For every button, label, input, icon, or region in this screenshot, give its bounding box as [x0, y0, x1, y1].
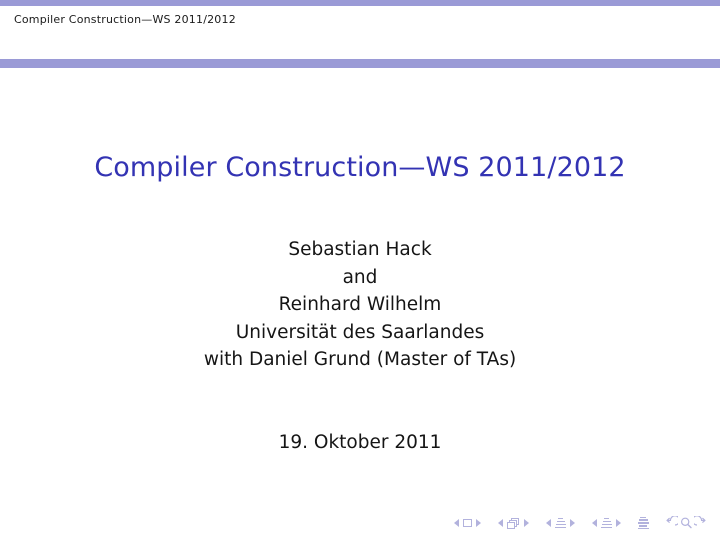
forward-arrow-icon: [694, 516, 706, 526]
forward-button[interactable]: [694, 515, 708, 531]
back-arrow-icon: [666, 516, 678, 526]
previous-section-button[interactable]: [590, 515, 599, 531]
next-slide-button[interactable]: [474, 515, 483, 531]
subsection-navigation-group[interactable]: [544, 515, 577, 531]
author-line: Sebastian Hack: [288, 239, 432, 260]
headline-area: Compiler Construction—WS 2011/2012: [0, 6, 720, 59]
assistant-line: with Daniel Grund (Master of TAs): [203, 349, 517, 370]
next-frame-button[interactable]: [522, 515, 531, 531]
back-button[interactable]: [664, 515, 678, 531]
slide-navigation-group[interactable]: [452, 515, 483, 531]
institute-line: Universität des Saarlandes: [235, 321, 485, 343]
section-navigation-group[interactable]: [590, 515, 623, 531]
left-triangle-icon: [592, 519, 597, 527]
next-subsection-button[interactable]: [568, 515, 577, 531]
previous-slide-button[interactable]: [452, 515, 461, 531]
right-triangle-icon: [524, 519, 529, 527]
slide-indicator-button[interactable]: [461, 515, 474, 531]
next-section-button[interactable]: [614, 515, 623, 531]
beamer-navigation-bar[interactable]: [452, 513, 708, 533]
previous-frame-button[interactable]: [496, 515, 505, 531]
document-navigation-group[interactable]: [636, 515, 651, 531]
history-navigation-group[interactable]: [664, 515, 708, 531]
find-button[interactable]: [679, 515, 693, 531]
frame-indicator-button[interactable]: [505, 515, 522, 531]
left-triangle-icon: [498, 519, 503, 527]
square-icon: [463, 519, 472, 527]
frame-navigation-group[interactable]: [496, 515, 531, 531]
author-line: Reinhard Wilhelm: [278, 294, 442, 315]
document-lines-icon: [638, 516, 649, 530]
right-triangle-icon: [616, 519, 621, 527]
presentation-slide: Compiler Construction—WS 2011/2012 Compi…: [0, 0, 720, 541]
headline-title: Compiler Construction—WS 2011/2012: [14, 13, 236, 26]
author-block: Sebastian Hack and Reinhard Wilhelm Univ…: [0, 236, 720, 374]
lines-icon: [555, 517, 566, 529]
section-indicator-button[interactable]: [599, 515, 614, 531]
right-triangle-icon: [476, 519, 481, 527]
left-triangle-icon: [454, 519, 459, 527]
page-title: Compiler Construction—WS 2011/2012: [94, 152, 626, 183]
presentation-date: 19. Oktober 2011: [278, 432, 442, 453]
theme-bar-bottom: [0, 59, 720, 68]
left-triangle-icon: [546, 519, 551, 527]
subsection-indicator-button[interactable]: [553, 515, 568, 531]
titlepage: Compiler Construction—WS 2011/2012 Sebas…: [0, 68, 720, 520]
magnifier-icon: [680, 517, 692, 529]
right-triangle-icon: [570, 519, 575, 527]
previous-subsection-button[interactable]: [544, 515, 553, 531]
stacked-squares-icon: [507, 517, 520, 529]
lines-icon: [601, 517, 612, 529]
author-line: and: [342, 266, 378, 288]
document-indicator-button[interactable]: [636, 515, 651, 531]
